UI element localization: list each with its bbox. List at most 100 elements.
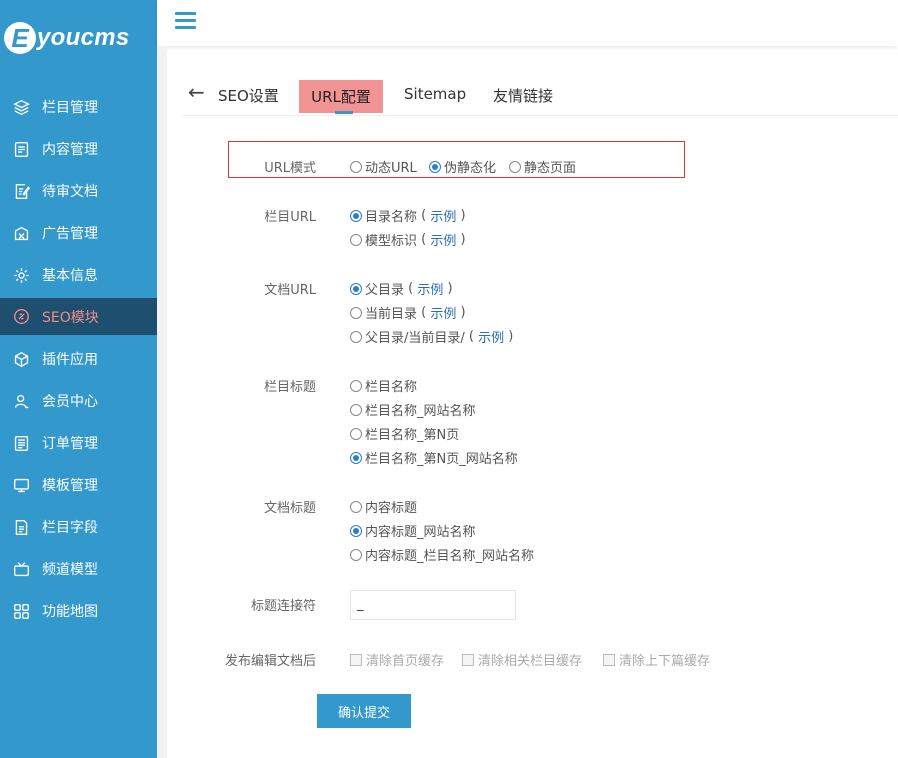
radio-button[interactable] bbox=[350, 403, 362, 416]
sidebar-item-content-management[interactable]: 内容管理 bbox=[0, 128, 157, 170]
sidebar-item-template-management[interactable]: 模板管理 bbox=[0, 464, 157, 506]
column-url-label: 栏目URL bbox=[264, 210, 316, 225]
column-title-option-2[interactable]: 栏目名称_网站名称 bbox=[350, 400, 476, 419]
sidebar-item-basic-info[interactable]: 基本信息 bbox=[0, 254, 157, 296]
logo-mark: E bbox=[4, 22, 36, 54]
grid-icon bbox=[12, 602, 30, 620]
layers-icon bbox=[12, 98, 30, 116]
submit-button[interactable]: 确认提交 bbox=[317, 694, 411, 728]
list-icon bbox=[12, 434, 30, 452]
radio-button[interactable] bbox=[509, 160, 521, 173]
radio-button[interactable] bbox=[350, 282, 362, 295]
edit-doc-icon bbox=[12, 182, 30, 200]
radio-button[interactable] bbox=[350, 306, 362, 319]
top-bar bbox=[157, 0, 898, 46]
column-title-option-4[interactable]: 栏目名称_第N页_网站名称 bbox=[350, 448, 518, 467]
sidebar-item-label: 栏目管理 bbox=[42, 100, 98, 116]
sidebar-item-label: 模板管理 bbox=[42, 478, 98, 494]
checkbox[interactable] bbox=[462, 653, 474, 666]
radio-button[interactable] bbox=[350, 379, 362, 392]
column-url-model-radio[interactable]: 模型标识 ( 示例 ) bbox=[350, 230, 466, 249]
separator-label: 标题连接符 bbox=[250, 599, 316, 614]
column-url-dirname-radio[interactable]: 目录名称 ( 示例 ) bbox=[350, 206, 466, 225]
checkbox[interactable] bbox=[350, 653, 362, 666]
doc-title-option-1[interactable]: 内容标题 bbox=[350, 497, 417, 516]
clear-prevnext-cache-checkbox[interactable]: 清除上下篇缓存 bbox=[603, 650, 710, 669]
content-gutter bbox=[157, 46, 167, 758]
seo-icon bbox=[12, 308, 30, 326]
doc-url-parent-radio[interactable]: 父目录 ( 示例 ) bbox=[350, 279, 453, 298]
form-icon bbox=[12, 518, 30, 536]
radio-button[interactable] bbox=[350, 500, 362, 513]
sidebar-item-seo-module[interactable]: SEO模块 bbox=[0, 298, 166, 335]
url-mode-pseudo-static-radio[interactable]: 伪静态化 bbox=[429, 157, 496, 176]
tab-url-config[interactable]: URL配置 bbox=[299, 80, 383, 114]
radio-button[interactable] bbox=[350, 451, 362, 464]
sidebar-item-label: 订单管理 bbox=[42, 436, 98, 452]
sidebar-item-feature-map[interactable]: 功能地图 bbox=[0, 590, 157, 632]
radio-button[interactable] bbox=[350, 160, 362, 173]
sidebar-item-plugins[interactable]: 插件应用 bbox=[0, 338, 157, 380]
doc-url-label: 文档URL bbox=[264, 283, 316, 298]
radio-button[interactable] bbox=[350, 330, 362, 343]
sidebar-item-channel-model[interactable]: 频道模型 bbox=[0, 548, 157, 590]
document-icon bbox=[12, 140, 30, 158]
sidebar-item-label: SEO模块 bbox=[42, 309, 99, 326]
example-link[interactable]: 示例 bbox=[430, 230, 456, 249]
checkbox[interactable] bbox=[603, 653, 615, 666]
tab-friend-links[interactable]: 友情链接 bbox=[493, 85, 553, 117]
clear-column-cache-checkbox[interactable]: 清除相关栏目缓存 bbox=[462, 650, 582, 669]
column-title-option-1[interactable]: 栏目名称 bbox=[350, 376, 417, 395]
logo-text: youcms bbox=[37, 24, 130, 51]
example-link[interactable]: 示例 bbox=[478, 327, 504, 346]
doc-title-label: 文档标题 bbox=[263, 501, 316, 516]
radio-button[interactable] bbox=[350, 209, 362, 222]
logo[interactable]: E youcms bbox=[4, 18, 130, 58]
radio-button[interactable] bbox=[350, 233, 362, 246]
radio-button[interactable] bbox=[429, 160, 441, 173]
sidebar-item-label: 待审文档 bbox=[42, 184, 98, 200]
doc-url-parent-current-radio[interactable]: 父目录/当前目录/ ( 示例 ) bbox=[350, 327, 513, 346]
column-title-option-3[interactable]: 栏目名称_第N页 bbox=[350, 424, 459, 443]
sidebar-item-member-center[interactable]: 会员中心 bbox=[0, 380, 157, 422]
sidebar-item-label: 内容管理 bbox=[42, 142, 98, 158]
monitor-icon bbox=[12, 476, 30, 494]
radio-button[interactable] bbox=[350, 524, 362, 537]
example-link[interactable]: 示例 bbox=[430, 206, 456, 225]
gear-icon bbox=[12, 266, 30, 284]
radio-button[interactable] bbox=[350, 427, 362, 440]
sidebar-item-column-fields[interactable]: 栏目字段 bbox=[0, 506, 157, 548]
clear-home-cache-checkbox[interactable]: 清除首页缓存 bbox=[350, 650, 444, 669]
doc-title-option-3[interactable]: 内容标题_栏目名称_网站名称 bbox=[350, 545, 534, 564]
user-icon bbox=[12, 392, 30, 410]
example-link[interactable]: 示例 bbox=[430, 303, 456, 322]
url-mode-dynamic-radio[interactable]: 动态URL bbox=[350, 157, 417, 176]
sidebar-item-label: 会员中心 bbox=[42, 394, 98, 410]
sidebar-item-label: 基本信息 bbox=[42, 268, 98, 284]
tab-sitemap[interactable]: Sitemap bbox=[404, 85, 466, 117]
radio-button[interactable] bbox=[350, 548, 362, 561]
sidebar-item-pending-docs[interactable]: 待审文档 bbox=[0, 170, 157, 212]
ad-icon bbox=[12, 224, 30, 242]
sidebar-item-order-management[interactable]: 订单管理 bbox=[0, 422, 157, 464]
sidebar-item-column-management[interactable]: 栏目管理 bbox=[0, 86, 157, 128]
url-mode-static-radio[interactable]: 静态页面 bbox=[509, 157, 576, 176]
sidebar-item-ad-management[interactable]: 广告管理 bbox=[0, 212, 157, 254]
url-mode-label: URL模式 bbox=[264, 161, 316, 176]
sidebar-item-label: 功能地图 bbox=[42, 604, 98, 620]
sidebar: E youcms 栏目管理 内容管理 待审文档 广告管理 基本信息 SEO模块 bbox=[0, 0, 166, 758]
sidebar-item-label: 频道模型 bbox=[42, 562, 98, 578]
example-link[interactable]: 示例 bbox=[417, 279, 443, 298]
sidebar-item-label: 插件应用 bbox=[42, 352, 98, 368]
back-arrow-icon[interactable]: ← bbox=[188, 80, 205, 104]
sidebar-item-label: 广告管理 bbox=[42, 226, 98, 242]
doc-title-option-2[interactable]: 内容标题_网站名称 bbox=[350, 521, 476, 540]
tab-bar: ← SEO设置 URL配置 Sitemap 友情链接 bbox=[182, 68, 898, 116]
column-title-label: 栏目标题 bbox=[263, 380, 316, 395]
separator-input[interactable]: _ bbox=[350, 590, 516, 620]
cube-icon bbox=[12, 350, 30, 368]
doc-url-current-radio[interactable]: 当前目录 ( 示例 ) bbox=[350, 303, 466, 322]
after-publish-label: 发布编辑文档后 bbox=[224, 654, 316, 669]
sidebar-nav: 栏目管理 内容管理 待审文档 广告管理 基本信息 SEO模块 插件应用 会员中心… bbox=[0, 86, 166, 632]
menu-toggle-icon[interactable] bbox=[175, 12, 196, 30]
